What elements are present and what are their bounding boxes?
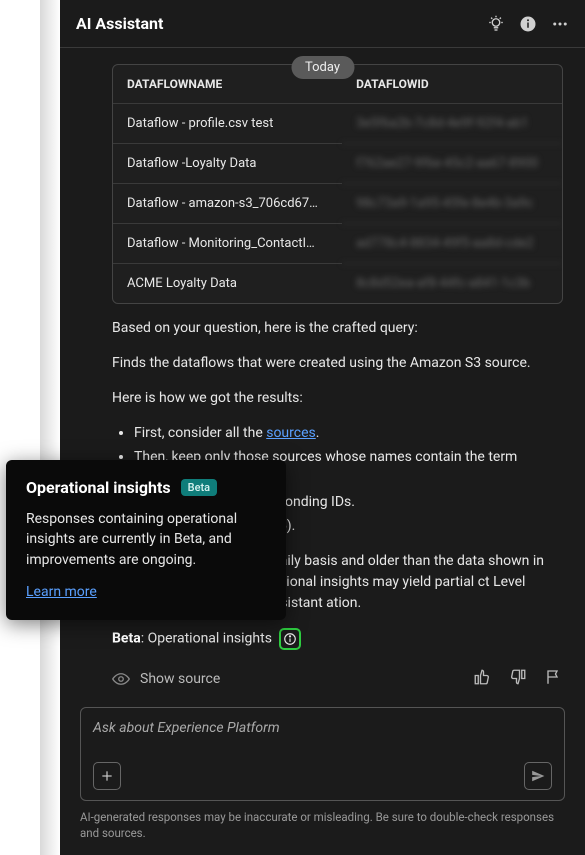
chat-input[interactable]: Ask about Experience Platform — [80, 707, 565, 801]
flag-icon[interactable] — [545, 668, 563, 690]
today-badge: Today — [291, 56, 354, 79]
table-row[interactable]: Dataflow - amazon-s3_706cd67…98c73a9-1a9… — [113, 184, 562, 224]
assistant-panel: AI Assistant Today DATAFLOWNAME DATAFLOW… — [60, 0, 585, 855]
send-icon — [531, 769, 545, 783]
input-placeholder: Ask about Experience Platform — [93, 720, 552, 736]
response-how-intro: Here is how we got the results: — [112, 388, 563, 409]
panel-header: AI Assistant — [60, 0, 585, 48]
beta-info-icon[interactable] — [279, 628, 301, 650]
step-text: First, consider all the — [134, 425, 266, 441]
beta-line: Beta: Operational insights — [112, 628, 563, 650]
step-text: . — [316, 425, 320, 441]
show-source-toggle[interactable]: Show source — [112, 670, 220, 688]
input-controls — [93, 762, 552, 790]
operational-insights-popover: Operational insights Beta Responses cont… — [6, 460, 286, 620]
col-header-id[interactable]: DATAFLOWID — [342, 65, 562, 104]
popover-body: Responses containing operational insight… — [26, 509, 266, 570]
popover-header: Operational insights Beta — [26, 478, 266, 497]
more-icon[interactable] — [551, 15, 569, 33]
beta-label: Beta — [112, 631, 141, 647]
add-button[interactable] — [93, 762, 121, 790]
cell-name: Dataflow - Monitoring_ContactI… — [113, 224, 342, 264]
table-row[interactable]: Dataflow - profile.csv test3e5f6a2b-7c8d… — [113, 104, 562, 144]
table-row[interactable]: Dataflow -Loyalty Dataf762ae27-9f6e-45c2… — [113, 144, 562, 184]
cell-id: ad778c4-8834-49f5-aa8d-cde2 — [342, 224, 562, 264]
table-row[interactable]: ACME Loyalty Data8c8d52ea-af8-44fc-a841-… — [113, 264, 562, 303]
left-strip — [0, 0, 40, 855]
response-intro: Based on your question, here is the craf… — [112, 318, 563, 339]
beta-badge: Beta — [181, 479, 217, 496]
cell-id: 8c8d52ea-af8-44fc-a841-1c3b — [342, 264, 562, 303]
thumbs-up-icon[interactable] — [473, 668, 491, 690]
cell-id: 98c73a9-1a95-45fe-8e4b-3a9c — [342, 184, 562, 224]
plus-icon — [100, 769, 114, 783]
cell-id: f762ae27-9f6e-45c2-aa67-8900 — [342, 144, 562, 184]
cell-name: Dataflow - amazon-s3_706cd67… — [113, 184, 342, 224]
send-button[interactable] — [524, 762, 552, 790]
eye-icon — [112, 670, 130, 688]
cell-name: ACME Loyalty Data — [113, 264, 342, 303]
header-actions — [487, 15, 569, 33]
cell-id: 3e5f6a2b-7c8d-4e9f-92f4-ab1 — [342, 104, 562, 144]
thumbs-down-icon[interactable] — [509, 668, 527, 690]
feedback-icons — [473, 668, 563, 690]
left-shadow — [40, 0, 60, 855]
actions-row: Show source — [112, 668, 563, 690]
panel-title: AI Assistant — [76, 14, 163, 33]
show-source-label: Show source — [140, 671, 220, 687]
disclaimer-text: AI-generated responses may be inaccurate… — [80, 809, 565, 841]
list-item: First, consider all the sources. — [134, 423, 563, 444]
popover-title: Operational insights — [26, 478, 171, 497]
sources-link[interactable]: sources — [266, 425, 316, 441]
learn-more-link[interactable]: Learn more — [26, 584, 97, 600]
cell-name: Dataflow - profile.csv test — [113, 104, 342, 144]
input-area: Ask about Experience Platform AI-generat… — [60, 697, 585, 855]
beta-text: : Operational insights — [141, 631, 272, 647]
response-summary: Finds the dataflows that were created us… — [112, 353, 563, 374]
cell-name: Dataflow -Loyalty Data — [113, 144, 342, 184]
info-icon[interactable] — [519, 15, 537, 33]
lightbulb-icon[interactable] — [487, 15, 505, 33]
table-row[interactable]: Dataflow - Monitoring_ContactI…ad778c4-8… — [113, 224, 562, 264]
dataflow-table: DATAFLOWNAME DATAFLOWID Dataflow - profi… — [112, 64, 563, 304]
